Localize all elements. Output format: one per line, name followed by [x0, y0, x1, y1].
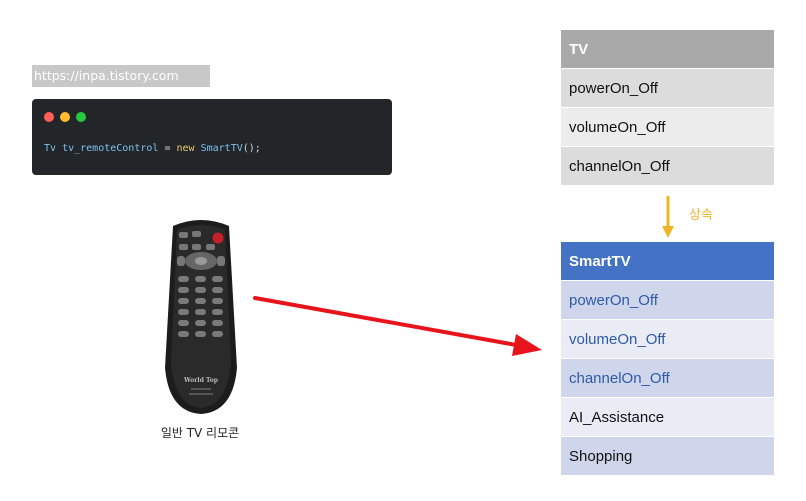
smarttv-class-header: SmartTV: [561, 242, 774, 281]
tv-class-box: TV powerOn_Off volumeOn_Off channelOn_Of…: [561, 30, 774, 186]
code-class-call: SmartTV: [200, 143, 243, 154]
maximize-dot-icon: [76, 112, 86, 122]
remote-brand-text: World Top: [183, 377, 218, 384]
smarttv-inherited-channel: channelOn_Off: [561, 359, 774, 398]
smarttv-inherited-power: powerOn_Off: [561, 281, 774, 320]
code-line: Tv tv_remoteControl = new SmartTV();: [44, 143, 261, 154]
smarttv-class-box: SmartTV powerOn_Off volumeOn_Off channel…: [561, 242, 774, 476]
code-variable: tv_remoteControl: [62, 143, 159, 154]
tv-member-power: powerOn_Off: [561, 69, 774, 108]
tv-class-header: TV: [561, 30, 774, 69]
inherit-label: 상속: [689, 208, 713, 223]
smarttv-member-ai-assistance: AI_Assistance: [561, 398, 774, 437]
close-dot-icon: [44, 112, 54, 122]
watermark-url: https://inpa.tistory.com: [32, 65, 210, 87]
minimize-dot-icon: [60, 112, 70, 122]
code-keyword: new: [176, 143, 195, 154]
code-tail: ();: [242, 143, 261, 154]
code-assign: =: [164, 143, 171, 154]
red-arrow: [253, 296, 542, 356]
inherit-arrow-icon: [662, 196, 674, 238]
tv-member-channel: channelOn_Off: [561, 147, 774, 186]
remote-control-image: World Top: [165, 220, 237, 414]
remote-caption: 일반 TV 리모콘: [160, 426, 240, 440]
code-type: Tv: [44, 143, 57, 154]
smarttv-inherited-volume: volumeOn_Off: [561, 320, 774, 359]
tv-member-volume: volumeOn_Off: [561, 108, 774, 147]
smarttv-member-shopping: Shopping: [561, 437, 774, 476]
code-window: Tv tv_remoteControl = new SmartTV();: [32, 99, 392, 175]
